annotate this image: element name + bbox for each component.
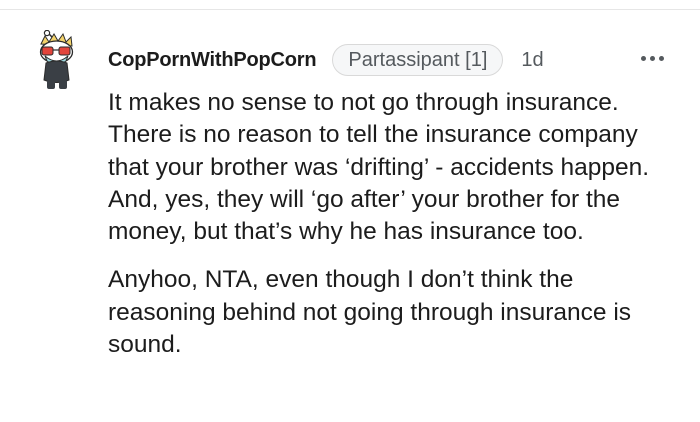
user-flair-badge: Partassipant [1]	[332, 44, 504, 76]
more-horizontal-icon-dot	[658, 55, 664, 61]
comment-body: It makes no sense to not go through insu…	[108, 87, 678, 377]
comment: CopPornWithPopCorn Partassipant [1] 1d I…	[0, 0, 700, 422]
comment-header: CopPornWithPopCorn Partassipant [1] 1d	[108, 42, 544, 78]
more-horizontal-icon-dot	[649, 55, 655, 61]
comment-paragraph: It makes no sense to not go through insu…	[108, 89, 650, 246]
author-username[interactable]: CopPornWithPopCorn	[108, 49, 317, 72]
comment-paragraph: Anyhoo, NTA, even though I don’t think t…	[108, 266, 632, 359]
more-horizontal-icon	[640, 55, 646, 61]
comment-timestamp[interactable]: 1d	[521, 49, 543, 72]
snoo-avatar-icon[interactable]	[32, 29, 82, 92]
more-options-button[interactable]	[636, 46, 668, 70]
